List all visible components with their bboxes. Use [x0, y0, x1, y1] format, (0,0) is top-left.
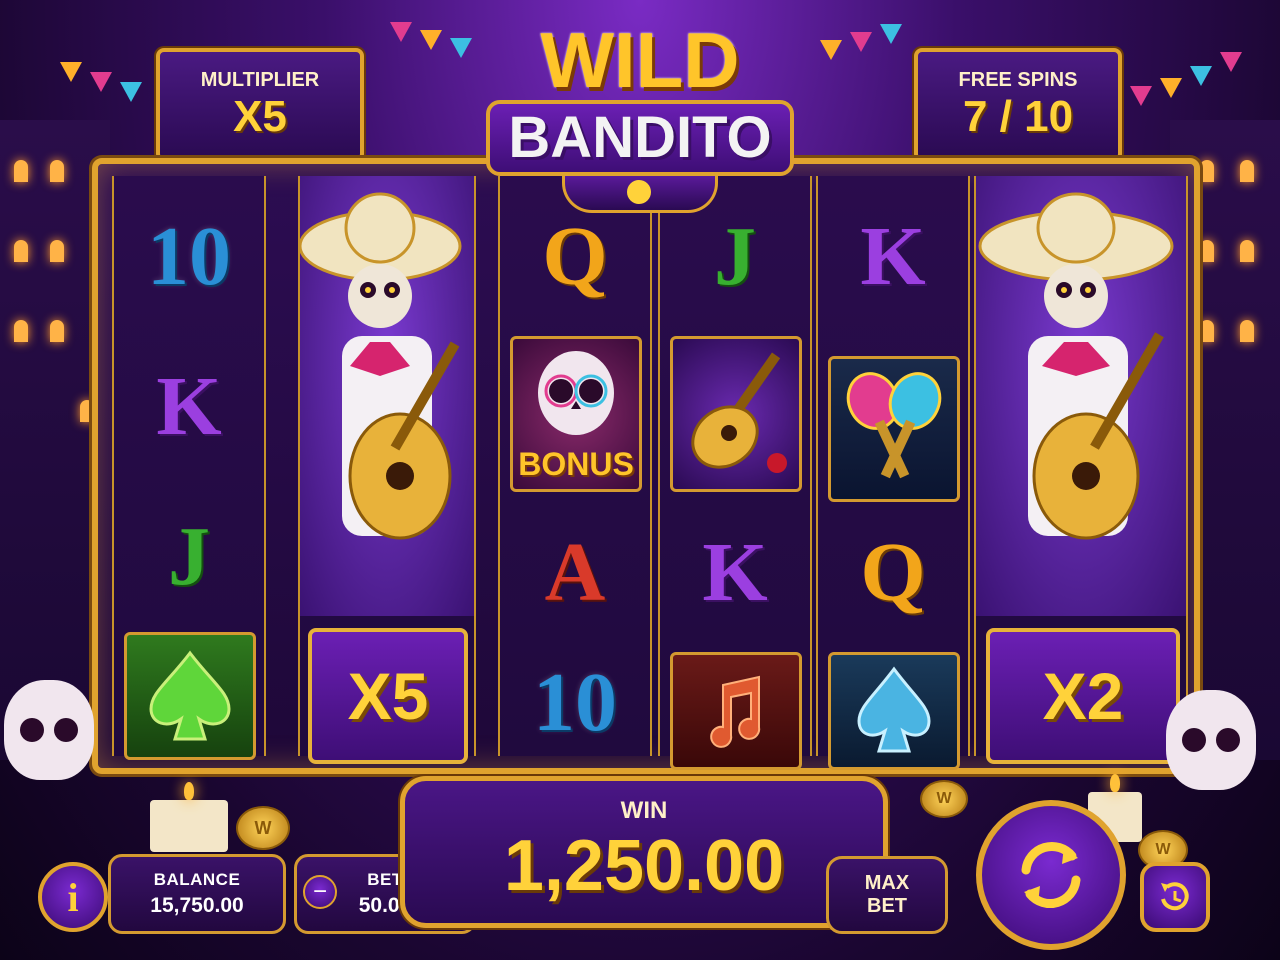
win-label: WIN: [620, 797, 668, 824]
balance-panel: BALANCE 15,750.00: [108, 854, 286, 934]
logo-skull-plate: [562, 176, 718, 213]
reel-5: K Q: [816, 176, 970, 770]
game-stage: MULTIPLIER X5 FREE SPINS 7 / 10 10 K J X…: [0, 0, 1280, 960]
autoplay-button[interactable]: [1140, 862, 1210, 932]
reel-6: X2: [974, 176, 1188, 764]
minus-icon: −: [312, 878, 327, 905]
reels-frame: 10 K J X5 Q BONUS A 10 J K K Q X2: [92, 158, 1200, 774]
symbol-ace: A: [544, 525, 606, 619]
coin-decor: W: [920, 780, 968, 818]
skull-icon: [627, 180, 651, 204]
free-spins-label: FREE SPINS: [958, 68, 1078, 91]
bet-label: BET: [367, 870, 403, 889]
multiplier-x5-symbol: X5: [308, 628, 468, 764]
mariachi-skeleton-icon: [300, 176, 474, 616]
spade-icon: [828, 652, 960, 770]
spin-button[interactable]: [976, 800, 1126, 950]
coin-decor: W: [236, 806, 290, 850]
logo-bandito: BANDITO: [486, 100, 794, 176]
balance-value: 15,750.00: [150, 894, 244, 917]
reel-1: 10 K J: [112, 176, 266, 760]
info-icon: i: [67, 874, 79, 920]
symbol-ten: 10: [147, 209, 231, 303]
logo-wild: WILD: [540, 16, 740, 104]
sugar-skull-bonus-icon: BONUS: [510, 336, 642, 492]
music-note-icon: [670, 652, 802, 770]
max-bet-label-line2: BET: [867, 895, 907, 917]
multiplier-banner: MULTIPLIER X5: [156, 48, 364, 162]
info-button[interactable]: i: [38, 862, 108, 932]
bonus-label: BONUS: [518, 446, 634, 482]
game-logo: WILD BANDITO: [478, 20, 802, 216]
sugar-skull-decor-left: [4, 680, 94, 780]
max-bet-button[interactable]: MAX BET: [826, 856, 948, 934]
win-value: 1,250.00: [503, 826, 785, 906]
multiplier-value: X5: [233, 91, 287, 141]
balance-label: BALANCE: [153, 870, 241, 889]
symbol-king: K: [156, 359, 222, 453]
mariachi-skeleton-icon: [976, 176, 1186, 616]
refresh-icon: [1021, 842, 1081, 908]
autoplay-icon: [1161, 882, 1189, 911]
multiplier-x2-symbol: X2: [986, 628, 1180, 764]
reel-3: Q BONUS A 10: [498, 176, 652, 756]
symbol-king: K: [860, 209, 926, 303]
guitar-icon: [670, 336, 802, 492]
candle-decor: [150, 782, 228, 852]
free-spins-banner: FREE SPINS 7 / 10: [914, 48, 1122, 162]
maracas-icon: [828, 356, 960, 502]
win-display: WIN 1,250.00: [400, 776, 888, 928]
symbol-king: K: [702, 525, 768, 619]
reel-4: J K: [658, 176, 812, 770]
symbol-ten: 10: [533, 655, 617, 749]
sugar-skull-decor-right: [1166, 690, 1256, 790]
symbol-jack: J: [168, 509, 210, 603]
bet-decrease-button[interactable]: −: [303, 875, 337, 909]
multiplier-label: MULTIPLIER: [200, 68, 320, 91]
free-spins-value: 7 / 10: [962, 91, 1074, 141]
max-bet-label-line1: MAX: [864, 872, 910, 894]
reel-2: X5: [298, 176, 476, 764]
symbol-queen: Q: [860, 525, 926, 619]
spade-icon: [124, 632, 256, 760]
